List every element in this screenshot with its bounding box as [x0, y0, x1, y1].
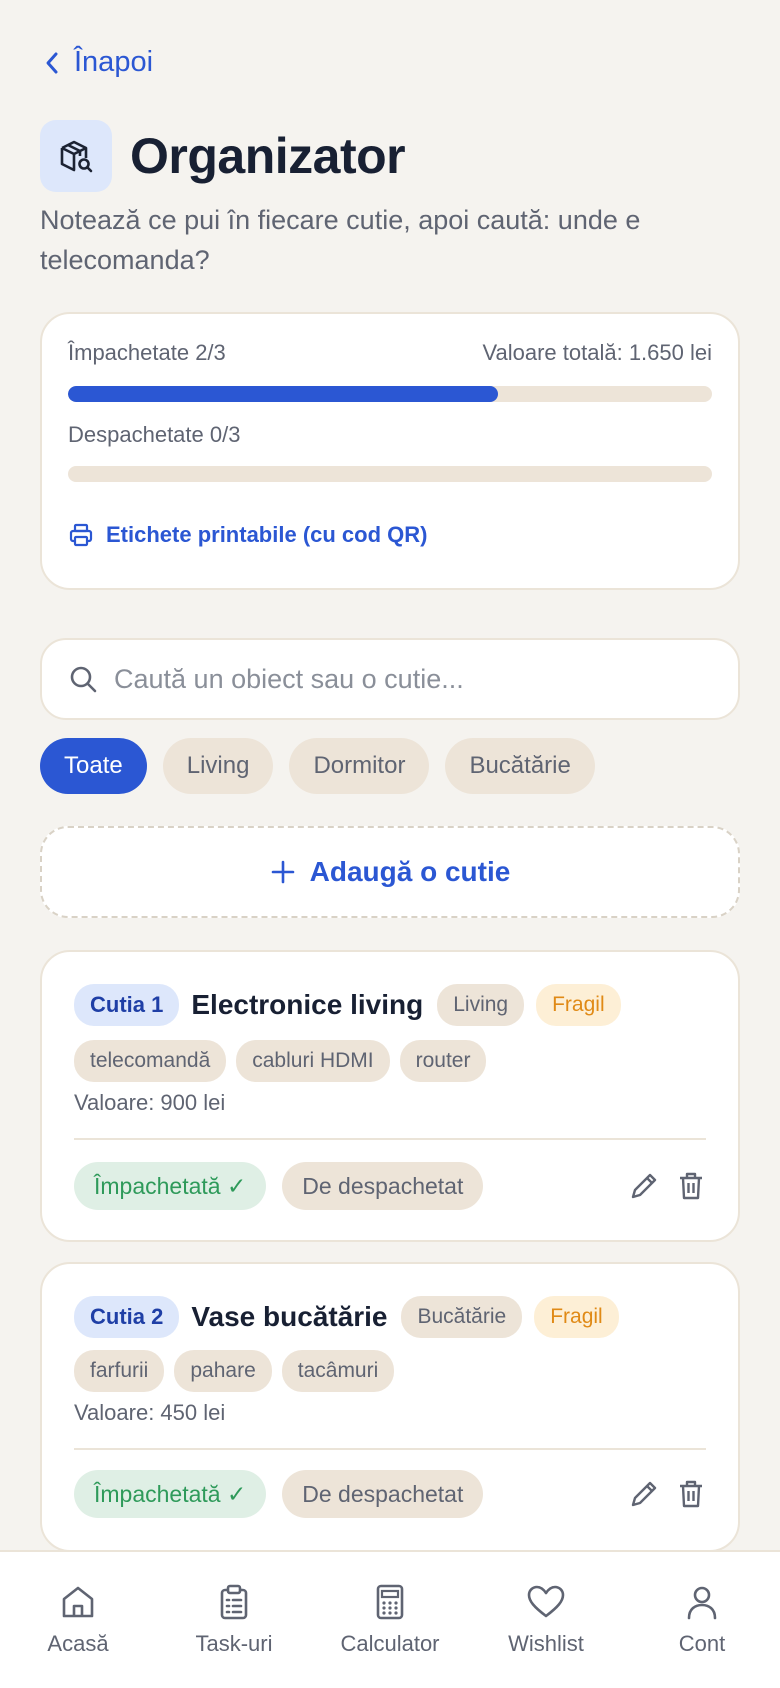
box-card[interactable]: Cutia 2 Vase bucătărie Bucătărie Fragil …	[40, 1262, 740, 1552]
pencil-icon[interactable]	[628, 1478, 660, 1510]
fragile-tag: Fragil	[534, 1296, 619, 1338]
clipboard-list-icon	[220, 1584, 248, 1620]
box-number: Cutia 2	[74, 1296, 180, 1338]
title-row: Organizator	[40, 120, 406, 192]
box-items: telecomandă cabluri HDMI router	[74, 1040, 487, 1082]
unpacked-label: Despachetate 0/3	[68, 422, 241, 447]
search-box[interactable]	[40, 638, 740, 720]
unpack-status-toggle[interactable]: De despachetat	[282, 1470, 484, 1518]
print-labels-text: Etichete printabile (cu cod QR)	[106, 522, 428, 547]
print-labels-link[interactable]: Etichete printabile (cu cod QR)	[68, 522, 427, 548]
nav-tasks[interactable]: Task-uri	[159, 1583, 309, 1657]
add-box-label: Adaugă o cutie	[309, 856, 511, 887]
search-icon	[70, 666, 97, 693]
nav-account-label: Cont	[678, 1631, 726, 1656]
home-icon	[62, 1586, 94, 1618]
total-value: Valoare totală: 1.650 lei	[482, 340, 712, 365]
packed-progress-bar	[68, 386, 712, 402]
nav-home-label: Acasă	[47, 1631, 109, 1656]
trash-icon[interactable]	[676, 1478, 706, 1510]
back-link[interactable]: Înapoi	[44, 46, 153, 79]
nav-calculator[interactable]: Calculator	[315, 1583, 465, 1657]
nav-calculator-label: Calculator	[340, 1631, 440, 1656]
unpacked-line: Despachetate 0/3	[68, 422, 712, 448]
box-value: Valoare: 450 lei	[74, 1400, 226, 1425]
box-card[interactable]: Cutia 1 Electronice living Living Fragil…	[40, 950, 740, 1242]
box-value: Valoare: 900 lei	[74, 1090, 226, 1115]
box-items: farfurii pahare tacâmuri	[74, 1350, 395, 1392]
unpacked-progress-bar	[68, 466, 712, 482]
unpack-status-toggle[interactable]: De despachetat	[282, 1162, 484, 1210]
box-action-icons	[628, 1170, 706, 1202]
filter-all[interactable]: Toate	[40, 738, 147, 794]
plus-icon	[271, 860, 294, 884]
add-box-button[interactable]: Adaugă o cutie	[40, 826, 740, 918]
nav-wishlist[interactable]: Wishlist	[471, 1583, 621, 1657]
item-tag: router	[399, 1040, 487, 1082]
box-actions: Împachetată ✓ De despachetat	[74, 1470, 706, 1518]
item-tag: telecomandă	[74, 1040, 227, 1082]
trash-icon[interactable]	[676, 1170, 706, 1202]
box-header: Cutia 2 Vase bucătărie Bucătărie Fragil	[74, 1296, 619, 1338]
pencil-icon[interactable]	[628, 1170, 660, 1202]
search-input[interactable]	[114, 663, 714, 695]
item-tag: farfurii	[74, 1350, 165, 1392]
box-actions: Împachetată ✓ De despachetat	[74, 1162, 706, 1210]
organizer-page: Înapoi Organizator Notează ce pui în fie…	[0, 0, 780, 1688]
divider	[74, 1138, 706, 1140]
box-action-icons	[628, 1478, 706, 1510]
back-label: Înapoi	[74, 46, 154, 78]
nav-account[interactable]: Cont	[627, 1583, 777, 1657]
nav-wishlist-label: Wishlist	[508, 1631, 584, 1656]
filter-living[interactable]: Living	[162, 738, 274, 794]
item-tag: cabluri HDMI	[236, 1040, 390, 1082]
item-tag: tacâmuri	[281, 1350, 395, 1392]
heart-icon	[527, 1585, 565, 1618]
bottom-nav: Acasă Task-uri Calculator Wishlist Cont	[0, 1550, 780, 1688]
nav-tasks-label: Task-uri	[195, 1631, 273, 1656]
packed-line: Împachetate 2/3 Valoare totală: 1.650 le…	[68, 340, 712, 366]
box-name: Electronice living	[191, 989, 424, 1020]
divider	[74, 1448, 706, 1450]
packed-status-toggle[interactable]: Împachetată ✓	[74, 1470, 267, 1518]
room-filters: Toate Living Dormitor Bucătărie	[40, 738, 595, 794]
room-tag: Bucătărie	[401, 1296, 523, 1338]
chevron-left-icon	[46, 52, 58, 73]
packed-progress-fill	[68, 386, 498, 402]
room-tag: Living	[437, 984, 525, 1026]
box-search-icon	[40, 120, 112, 192]
page-subtitle: Notează ce pui în fiecare cutie, apoi ca…	[40, 205, 641, 275]
filter-kitchen[interactable]: Bucătărie	[445, 738, 595, 794]
packed-status-toggle[interactable]: Împachetată ✓	[74, 1162, 267, 1210]
box-header: Cutia 1 Electronice living Living Fragil	[74, 984, 621, 1026]
filter-bedroom[interactable]: Dormitor	[289, 738, 430, 794]
box-name: Vase bucătărie	[191, 1301, 388, 1332]
progress-card: Împachetate 2/3 Valoare totală: 1.650 le…	[40, 312, 740, 590]
box-number: Cutia 1	[74, 984, 180, 1026]
nav-home[interactable]: Acasă	[3, 1583, 153, 1657]
printer-icon	[69, 523, 93, 547]
fragile-tag: Fragil	[536, 984, 621, 1026]
item-tag: pahare	[174, 1350, 272, 1392]
page-title: Organizator	[130, 128, 406, 184]
calculator-icon	[376, 1584, 404, 1620]
user-icon	[687, 1586, 717, 1620]
packed-label: Împachetate 2/3	[68, 340, 226, 365]
